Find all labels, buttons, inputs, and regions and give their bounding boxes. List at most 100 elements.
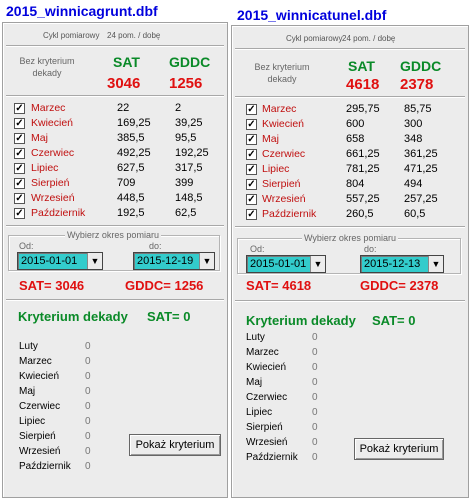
to-date-select[interactable]: 2015-12-13 ▼: [360, 255, 444, 273]
sat-value: 781,25: [346, 163, 380, 175]
month-checkbox[interactable]: ✓: [14, 193, 25, 204]
gddc-value: 148,5: [175, 192, 203, 204]
panel-left: 2015_winnicagrunt.dbf Cykl pomiarowy 24 …: [2, 0, 228, 498]
gddc-value: 39,25: [175, 117, 203, 129]
decade-month: Czerwiec: [19, 401, 61, 412]
col-gddc-header: GDDC: [169, 54, 211, 70]
cycle-label: Cykl pomiarowy: [286, 34, 343, 43]
sat-value: 295,75: [346, 103, 380, 115]
panel-frame: Cykl pomiarowy 24 pom. / dobę Bez kryter…: [231, 25, 469, 498]
sat-value: 169,25: [117, 117, 151, 129]
gddc-value: 494: [404, 178, 423, 190]
decade-value: 0: [85, 461, 91, 472]
from-date-value: 2015-01-01: [250, 258, 307, 270]
gddc-value: 192,25: [175, 147, 209, 159]
month-checkbox[interactable]: ✓: [14, 148, 25, 159]
decade-value: 0: [85, 341, 91, 352]
gddc-summary: GDDC= 2378: [360, 278, 439, 293]
decade-month: Lipiec: [19, 416, 46, 427]
sat-summary: SAT= 4618: [246, 278, 312, 293]
month-checkbox[interactable]: ✓: [246, 179, 257, 190]
gddc-value: 2: [175, 102, 182, 114]
month-label: Czerwiec: [262, 148, 306, 160]
separator: [235, 96, 465, 98]
chevron-down-icon[interactable]: ▼: [310, 256, 325, 272]
gddc-value: 257,25: [404, 193, 438, 205]
month-checkbox[interactable]: ✓: [246, 194, 257, 205]
month-label: Marzec: [262, 103, 297, 115]
month-checkbox[interactable]: ✓: [246, 149, 257, 160]
from-date-select[interactable]: 2015-01-01 ▼: [17, 252, 103, 270]
decade-value: 0: [85, 416, 91, 427]
period-label: Wybierz okres pomiaru: [302, 233, 398, 243]
gddc-value: 300: [404, 118, 423, 130]
month-checkbox[interactable]: ✓: [246, 209, 257, 220]
sat-value: 661,25: [346, 148, 380, 160]
gddc-value: 60,5: [404, 208, 426, 220]
file-title: 2015_winnicagrunt.dbf: [6, 3, 158, 19]
decade-value: 0: [312, 347, 318, 358]
from-date-value: 2015-01-01: [21, 255, 78, 267]
month-checkbox[interactable]: ✓: [246, 104, 257, 115]
month-label: Lipiec: [262, 163, 290, 175]
decade-value: 0: [85, 401, 91, 412]
month-checkbox[interactable]: ✓: [246, 119, 257, 130]
separator: [235, 300, 465, 302]
chevron-down-icon[interactable]: ▼: [199, 253, 214, 269]
month-checkbox[interactable]: ✓: [14, 163, 25, 174]
month-label: Maj: [262, 133, 279, 145]
month-checkbox[interactable]: ✓: [14, 208, 25, 219]
decade-month: Maj: [19, 386, 36, 397]
month-checkbox[interactable]: ✓: [14, 178, 25, 189]
sat-value: 22: [117, 102, 130, 114]
total-gddc: 1256: [169, 75, 203, 92]
decade-value: 0: [312, 377, 318, 388]
decade-month: Maj: [246, 377, 263, 388]
gddc-value: 471,25: [404, 163, 438, 175]
col-sat-header: SAT: [348, 58, 375, 74]
file-title: 2015_winnicatunel.dbf: [237, 7, 387, 23]
sat-value: 260,5: [346, 208, 374, 220]
from-label: Od:: [19, 241, 34, 251]
total-gddc: 2378: [400, 76, 434, 93]
month-checkbox[interactable]: ✓: [246, 134, 257, 145]
sat-summary: SAT= 3046: [19, 278, 85, 293]
to-date-value: 2015-12-19: [137, 255, 194, 267]
chevron-down-icon[interactable]: ▼: [87, 253, 102, 269]
month-label: Maj: [31, 132, 48, 144]
from-date-select[interactable]: 2015-01-01 ▼: [246, 255, 326, 273]
decade-value: 0: [85, 446, 91, 457]
to-date-select[interactable]: 2015-12-19 ▼: [133, 252, 215, 270]
month-checkbox[interactable]: ✓: [246, 164, 257, 175]
decade-value: 0: [85, 356, 91, 367]
show-criterion-button[interactable]: Pokaż kryterium: [354, 438, 444, 460]
month-label: Wrzesień: [262, 193, 306, 205]
chevron-down-icon[interactable]: ▼: [428, 256, 443, 272]
gddc-value: 348: [404, 133, 423, 145]
sat-value: 492,25: [117, 147, 151, 159]
separator: [6, 95, 224, 97]
total-sat: 4618: [346, 76, 380, 93]
decade-sat: SAT= 0: [372, 313, 416, 328]
gddc-summary: GDDC= 1256: [125, 278, 204, 293]
month-label: Sierpień: [31, 177, 70, 189]
decade-month: Marzec: [19, 356, 52, 367]
show-criterion-button[interactable]: Pokaż kryterium: [129, 434, 221, 456]
gddc-value: 85,75: [404, 103, 432, 115]
decade-title: Kryterium dekady: [246, 313, 356, 328]
month-checkbox[interactable]: ✓: [14, 133, 25, 144]
sat-value: 600: [346, 118, 365, 130]
decade-month: Kwiecień: [19, 371, 60, 382]
decade-value: 0: [312, 452, 318, 463]
to-label: do:: [149, 241, 162, 251]
gddc-value: 95,5: [175, 132, 197, 144]
decade-month: Październik: [246, 452, 298, 463]
gddc-value: 399: [175, 177, 194, 189]
month-checkbox[interactable]: ✓: [14, 103, 25, 114]
separator: [235, 48, 465, 50]
month-checkbox[interactable]: ✓: [14, 118, 25, 129]
sat-value: 448,5: [117, 192, 145, 204]
decade-value: 0: [312, 392, 318, 403]
panel-right: 2015_winnicatunel.dbf Cykl pomiarowy 24 …: [231, 0, 469, 498]
decade-month: Sierpień: [19, 431, 56, 442]
